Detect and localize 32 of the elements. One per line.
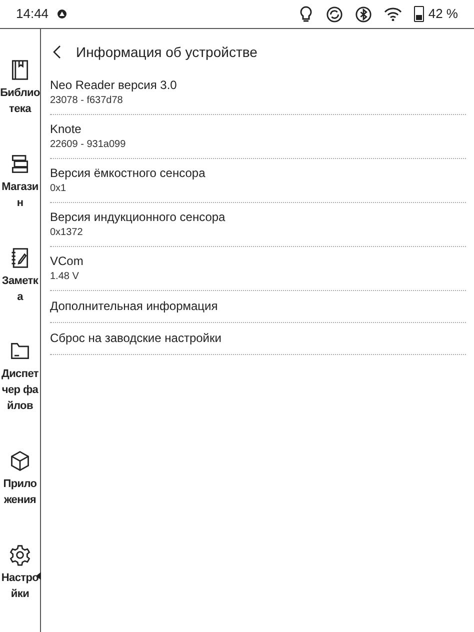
page-title: Информация об устройстве: [76, 42, 258, 62]
light-bulb-icon: [298, 5, 314, 23]
battery-percentage: 42 %: [428, 5, 458, 24]
settings-icon: [9, 544, 31, 566]
sidebar-tab[interactable]: Диспетчер файлов: [0, 340, 40, 414]
bluetooth-icon: [355, 6, 372, 22]
cube-icon: [9, 450, 31, 472]
clock: 14:44: [16, 5, 49, 24]
settings-item[interactable]: Версия ёмкостного сенсора 0x1: [50, 159, 466, 203]
notification-icon: [56, 9, 67, 19]
notepad-icon: [9, 246, 31, 269]
sidebar-tab[interactable]: Заметка: [0, 246, 40, 305]
sidebar-tab[interactable]: Приложения: [0, 450, 40, 508]
item-value: 0x1372: [50, 226, 84, 240]
settings-item[interactable]: Сброс на заводские настройки: [50, 323, 466, 355]
sync-icon: [326, 6, 344, 22]
item-value: 0x1: [50, 182, 68, 196]
sidebar-tab[interactable]: Настройки: [0, 544, 40, 602]
item-value: 23078 - f637d78: [50, 94, 124, 108]
battery-icon: [414, 6, 424, 22]
settings-item[interactable]: Дополнительная информация: [50, 291, 466, 323]
books-icon: [9, 152, 31, 175]
settings-item[interactable]: Neo Reader версия 3.0 23078 - f637d78: [50, 71, 466, 115]
sidebar-tab[interactable]: Библиотека: [0, 58, 40, 117]
settings-item[interactable]: Версия индукционного сенсора 0x1372: [50, 203, 466, 247]
sidebar-tab[interactable]: Магазин: [0, 152, 40, 211]
book-icon: [9, 58, 31, 81]
item-value: 22609 - 931a099: [50, 138, 127, 152]
item-value: 1.48 V: [50, 270, 80, 284]
wifi-icon: [384, 7, 402, 21]
settings-item[interactable]: Knote 22609 - 931a099: [50, 115, 466, 159]
settings-item[interactable]: VCom 1.48 V: [50, 247, 466, 291]
